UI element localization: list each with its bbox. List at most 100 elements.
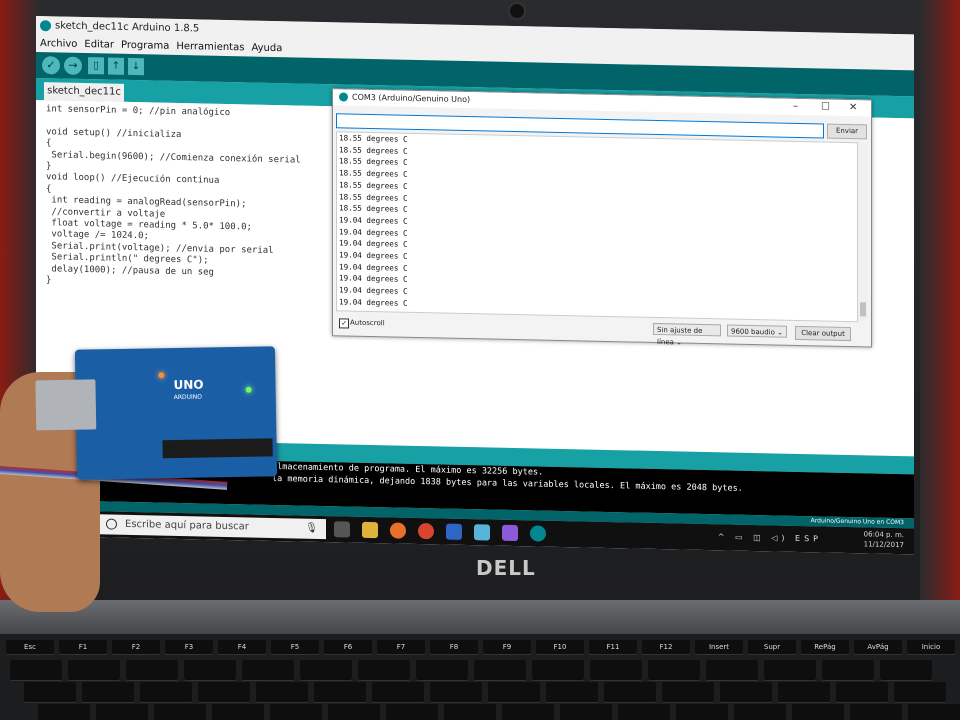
baud-rate-select[interactable]: 9600 baudio ⌄ bbox=[727, 324, 787, 338]
key-avpág[interactable]: AvPág bbox=[854, 640, 902, 654]
keyboard-key[interactable] bbox=[126, 660, 178, 680]
keyboard-key[interactable] bbox=[880, 660, 932, 680]
upload-button[interactable]: → bbox=[64, 56, 82, 75]
key-f6[interactable]: F6 bbox=[324, 640, 372, 654]
minimize-icon[interactable]: – bbox=[793, 99, 798, 115]
key-f4[interactable]: F4 bbox=[218, 640, 266, 654]
photos-app-icon[interactable] bbox=[446, 523, 462, 540]
keyboard-key[interactable] bbox=[764, 660, 816, 680]
keyboard-key[interactable] bbox=[358, 660, 410, 680]
keyboard-key[interactable] bbox=[850, 704, 902, 720]
keyboard-key[interactable] bbox=[720, 682, 772, 702]
store-icon[interactable] bbox=[474, 524, 490, 541]
language-indicator[interactable]: ESP bbox=[795, 534, 822, 544]
keyboard-key[interactable] bbox=[662, 682, 714, 702]
key-f9[interactable]: F9 bbox=[483, 640, 531, 654]
keyboard-key[interactable] bbox=[676, 704, 728, 720]
keyboard-key[interactable] bbox=[546, 682, 598, 702]
key-esc[interactable]: Esc bbox=[6, 640, 54, 654]
key-f8[interactable]: F8 bbox=[430, 640, 478, 654]
keyboard-key[interactable] bbox=[894, 682, 946, 702]
menu-herramientas[interactable]: Herramientas bbox=[176, 41, 244, 53]
keyboard-key[interactable] bbox=[502, 704, 554, 720]
key-f3[interactable]: F3 bbox=[165, 640, 213, 654]
keyboard-key[interactable] bbox=[154, 704, 206, 720]
menu-programa[interactable]: Programa bbox=[121, 40, 169, 52]
menu-editar[interactable]: Editar bbox=[84, 39, 114, 51]
scrollbar-thumb[interactable] bbox=[860, 302, 866, 317]
key-f7[interactable]: F7 bbox=[377, 640, 425, 654]
keyboard-key[interactable] bbox=[212, 704, 264, 720]
keyboard-key[interactable] bbox=[140, 682, 192, 702]
keyboard-key[interactable] bbox=[24, 682, 76, 702]
new-sketch-button[interactable]: ▯ bbox=[88, 57, 104, 75]
keyboard-key[interactable] bbox=[532, 660, 584, 680]
save-sketch-button[interactable]: ↓ bbox=[128, 57, 144, 76]
tab-sketch[interactable]: sketch_dec11c bbox=[44, 82, 124, 102]
key-repág[interactable]: RePág bbox=[801, 640, 849, 654]
keyboard-key[interactable] bbox=[444, 704, 496, 720]
keyboard-key[interactable] bbox=[314, 682, 366, 702]
task-view-icon[interactable] bbox=[334, 521, 350, 538]
keyboard-key[interactable] bbox=[822, 660, 874, 680]
keyboard-key[interactable] bbox=[430, 682, 482, 702]
key-f12[interactable]: F12 bbox=[642, 640, 690, 654]
keyboard-key[interactable] bbox=[792, 704, 844, 720]
key-f2[interactable]: F2 bbox=[112, 640, 160, 654]
menu-archivo[interactable]: Archivo bbox=[40, 38, 77, 50]
keyboard-key[interactable] bbox=[96, 704, 148, 720]
keyboard-key[interactable] bbox=[604, 682, 656, 702]
keyboard-key[interactable] bbox=[618, 704, 670, 720]
keyboard-key[interactable] bbox=[10, 660, 62, 680]
maximize-icon[interactable]: ☐ bbox=[821, 99, 830, 115]
keyboard-key[interactable] bbox=[836, 682, 888, 702]
keyboard-key[interactable] bbox=[474, 660, 526, 680]
key-f10[interactable]: F10 bbox=[536, 640, 584, 654]
keyboard-key[interactable] bbox=[734, 704, 786, 720]
key-f5[interactable]: F5 bbox=[271, 640, 319, 654]
firefox-icon[interactable] bbox=[390, 522, 406, 539]
keyboard-key[interactable] bbox=[386, 704, 438, 720]
file-explorer-icon[interactable] bbox=[362, 521, 378, 539]
keyboard-key[interactable] bbox=[488, 682, 540, 702]
key-f1[interactable]: F1 bbox=[59, 640, 107, 654]
clock[interactable]: 06:04 p. m. 11/12/2017 bbox=[864, 529, 904, 550]
serial-scrollbar[interactable] bbox=[858, 142, 868, 321]
verify-button[interactable]: ✓ bbox=[42, 56, 60, 75]
keyboard-key[interactable] bbox=[38, 704, 90, 720]
key-inicio[interactable]: Inicio bbox=[907, 640, 955, 654]
keyboard-key[interactable] bbox=[256, 682, 308, 702]
keyboard-key[interactable] bbox=[372, 682, 424, 702]
keyboard-key[interactable] bbox=[778, 682, 830, 702]
key-insert[interactable]: Insert bbox=[695, 640, 743, 654]
system-tray-icons[interactable]: ^ ▭ ◫ ◁) ESP bbox=[718, 532, 822, 543]
open-sketch-button[interactable]: ↑ bbox=[108, 57, 124, 75]
keyboard-key[interactable] bbox=[300, 660, 352, 680]
send-button[interactable]: Enviar bbox=[827, 123, 867, 140]
keyboard-key[interactable] bbox=[184, 660, 236, 680]
keyboard-key[interactable] bbox=[82, 682, 134, 702]
keyboard-key[interactable] bbox=[68, 660, 120, 680]
line-ending-select[interactable]: Sin ajuste de línea ⌄ bbox=[653, 322, 721, 347]
keyboard-key[interactable] bbox=[416, 660, 468, 680]
serial-output[interactable]: 18.55 degrees C 18.55 degrees C 18.55 degr… bbox=[336, 131, 858, 323]
keyboard-key[interactable] bbox=[242, 660, 294, 680]
taskbar-search[interactable]: Escribe aquí para buscar 🎙 bbox=[98, 514, 326, 540]
keyboard-key[interactable] bbox=[328, 704, 380, 720]
close-icon[interactable]: ✕ bbox=[849, 100, 857, 116]
keyboard-key[interactable] bbox=[590, 660, 642, 680]
keyboard-key[interactable] bbox=[648, 660, 700, 680]
key-supr[interactable]: Supr bbox=[748, 640, 796, 654]
microphone-icon[interactable]: 🎙 bbox=[305, 519, 318, 539]
app-icon[interactable] bbox=[502, 524, 518, 542]
menu-ayuda[interactable]: Ayuda bbox=[251, 43, 282, 55]
autoscroll-checkbox[interactable]: ✓ bbox=[339, 318, 349, 329]
chrome-icon[interactable] bbox=[418, 523, 434, 540]
arduino-taskbar-icon[interactable] bbox=[530, 525, 546, 542]
keyboard-key[interactable] bbox=[270, 704, 322, 720]
keyboard-key[interactable] bbox=[560, 704, 612, 720]
keyboard-key[interactable] bbox=[198, 682, 250, 702]
clear-output-button[interactable]: Clear output bbox=[795, 325, 851, 342]
key-f11[interactable]: F11 bbox=[589, 640, 637, 654]
keyboard-key[interactable] bbox=[706, 660, 758, 680]
